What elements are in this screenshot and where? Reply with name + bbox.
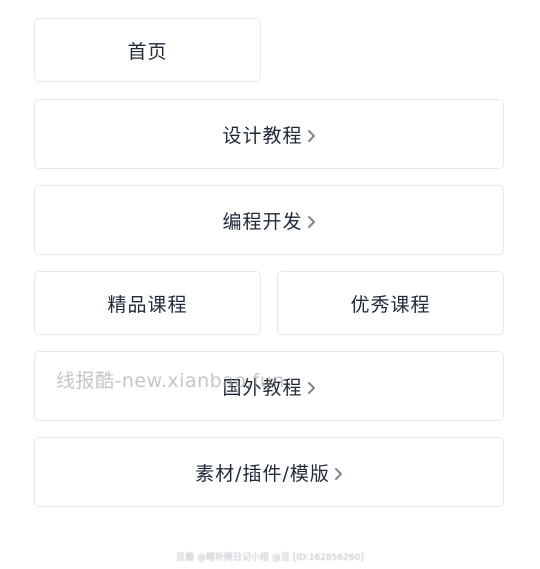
chevron-right-icon [307, 381, 316, 395]
footer-watermark: 豆瓣 @瞎折腾日记小组 @豆 [ID:162856260] [176, 553, 364, 563]
menu-item-programming-dev[interactable]: 编程开发 [34, 185, 504, 255]
menu-item-label: 国外教程 [222, 376, 303, 399]
menu-item-foreign-tutorial[interactable]: 国外教程 [34, 351, 504, 421]
chevron-right-icon [307, 129, 316, 143]
menu-item-label: 优秀课程 [350, 293, 431, 316]
menu-item-label: 设计教程 [222, 124, 303, 147]
chevron-right-icon [307, 215, 316, 229]
menu-item-premium-courses[interactable]: 精品课程 [34, 271, 261, 335]
menu-item-label: 素材/插件/模版 [195, 462, 330, 485]
menu-item-design-tutorial[interactable]: 设计教程 [34, 99, 504, 169]
menu-item-label: 编程开发 [222, 210, 303, 233]
menu-item-materials-plugins-templates[interactable]: 素材/插件/模版 [34, 437, 504, 507]
menu-item-label: 首页 [127, 40, 168, 63]
menu-item-home[interactable]: 首页 [34, 18, 261, 82]
menu-item-excellent-courses[interactable]: 优秀课程 [277, 271, 504, 335]
chevron-right-icon [334, 467, 343, 481]
menu-item-label: 精品课程 [107, 293, 188, 316]
